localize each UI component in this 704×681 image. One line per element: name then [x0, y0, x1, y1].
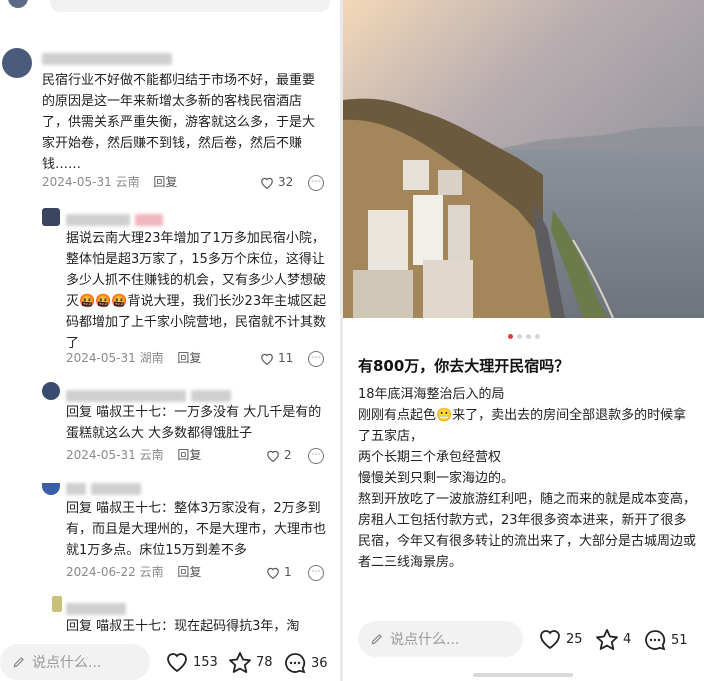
comment-text: 回复 喵叔王十七：现在起码得抗3年，淘 [66, 619, 300, 634]
avatar[interactable] [8, 0, 28, 8]
post-line: 熬到开放吃了一波旅游红利吧，随之而来的就是成本变高，房租人工包括付款方式，23年… [358, 492, 697, 570]
reply-button[interactable]: 回复 [177, 448, 201, 462]
star-count: 78 [256, 655, 273, 670]
carousel-dot[interactable] [534, 334, 540, 339]
pencil-icon [371, 634, 382, 645]
carousel-dot-active[interactable] [507, 334, 513, 339]
post-title: 有800万，你去大理开民宿吗？ [358, 357, 570, 375]
comments-panel: 民宿行业不好做不能都归结于市场不好，最重要的原因是这一年来新增太多新的客栈民宿酒… [0, 0, 340, 681]
post-panel: 有800万，你去大理开民宿吗？ 18年底洱海整治后入的局 刚刚有点起色😬来了，卖… [343, 0, 704, 681]
comment-text: 民宿行业不好做不能都归结于市场不好，最重要的原因是这一年来新增太多新的客栈民宿酒… [42, 73, 316, 172]
username-blurred[interactable] [66, 478, 142, 497]
username-blurred[interactable] [42, 48, 172, 67]
comment-location: 湖南 [139, 351, 164, 365]
comment-location: 云南 [139, 565, 164, 579]
heart-icon [261, 353, 273, 365]
avatar[interactable] [42, 208, 60, 226]
comment-input[interactable]: 说点什么... [358, 621, 523, 657]
star-icon [229, 652, 251, 673]
post-photo[interactable] [343, 0, 704, 318]
pencil-icon [13, 657, 24, 668]
like-post-button[interactable]: 25 [538, 628, 583, 650]
comment-date: 2024-06-22 [66, 565, 136, 579]
collect-button[interactable]: 78 [228, 651, 273, 674]
like-count: 153 [193, 654, 218, 670]
more-icon[interactable]: ⋯ [308, 448, 324, 464]
chat-bubble-icon [285, 653, 306, 674]
comment-date: 2024-05-31 [66, 448, 136, 462]
comment-meta: 2024-06-22 云南 回复 [66, 563, 201, 581]
post-line: 刚刚有点起色😬来了，卖出去的房间全部退款多的时候拿了五家店， [358, 408, 687, 444]
heart-icon [261, 177, 273, 189]
more-icon[interactable]: ⋯ [308, 565, 324, 581]
comment-count: 36 [311, 655, 328, 671]
heart-icon [267, 567, 279, 579]
post-body: 18年底洱海整治后入的局 刚刚有点起色😬来了，卖出去的房间全部退款多的时候拿了五… [358, 384, 696, 573]
like-count: 32 [278, 175, 294, 189]
username-blurred[interactable] [66, 209, 164, 228]
avatar[interactable] [2, 48, 32, 78]
more-icon[interactable]: ⋯ [308, 175, 324, 191]
reply-button[interactable]: 回复 [177, 565, 201, 579]
more-icon[interactable]: ⋯ [308, 351, 324, 367]
comment-date: 2024-05-31 [66, 351, 136, 365]
top-input-edge[interactable] [50, 0, 330, 12]
like-button[interactable]: 32 [260, 173, 293, 191]
post-line: 慢慢关到只剩一家海边的。 [358, 471, 515, 486]
comment-text: 回复 喵叔王十七：整体3万家没有，2万多到有，而且是大理州的，不是大理市，大理市… [66, 501, 327, 558]
star-icon [596, 629, 618, 650]
comment-date: 2024-05-31 [42, 175, 112, 189]
comment-meta: 2024-05-31 湖南 回复 [66, 349, 201, 367]
avatar[interactable] [52, 596, 62, 612]
like-count: 25 [566, 631, 583, 647]
comment-input-placeholder: 说点什么... [32, 655, 102, 671]
like-count: 2 [284, 448, 292, 462]
post-line: 两个长期三个承包经营权 [358, 450, 502, 465]
reply-button[interactable]: 回复 [177, 351, 201, 365]
like-button[interactable]: 1 [266, 563, 292, 581]
reply-button[interactable]: 回复 [153, 175, 177, 189]
comment-text: 据说云南大理23年增加了1万多加民宿小院，整体怕是超3万家了，15多万个床位，这… [66, 231, 327, 351]
username-blurred[interactable] [66, 598, 126, 617]
comment-button[interactable]: 36 [283, 651, 328, 675]
comment-input-placeholder: 说点什么... [390, 632, 460, 648]
comment-location: 云南 [115, 175, 140, 189]
star-count: 4 [623, 632, 632, 647]
like-button[interactable]: 11 [260, 349, 293, 367]
like-button[interactable]: 2 [266, 446, 292, 464]
comment-location: 云南 [139, 448, 164, 462]
carousel-dot[interactable] [525, 334, 531, 339]
comment-input[interactable]: 说点什么... [0, 644, 150, 680]
heart-icon [540, 630, 560, 650]
comment-button[interactable]: 51 [643, 628, 688, 652]
dali-coast-photo [343, 0, 704, 318]
comment-count: 51 [671, 632, 688, 648]
post-line: 18年底洱海整治后入的局 [358, 387, 505, 402]
carousel-indicator[interactable] [343, 334, 704, 339]
like-count: 11 [278, 351, 294, 365]
like-count: 1 [284, 565, 292, 579]
comment-meta: 2024-05-31 云南 回复 [66, 446, 201, 464]
heart-icon [267, 450, 279, 462]
like-post-button[interactable]: 153 [165, 651, 218, 673]
carousel-dot[interactable] [516, 334, 522, 339]
avatar[interactable] [42, 483, 60, 495]
avatar[interactable] [42, 382, 60, 400]
home-indicator [473, 673, 573, 677]
comment-meta: 2024-05-31 云南 回复 [42, 173, 177, 191]
heart-icon [167, 653, 187, 673]
comment-text: 回复 喵叔王十七：一万多没有 大几千是有的 蛋糕就这么大 大多数都得饿肚子 [66, 405, 322, 441]
chat-bubble-icon [645, 630, 666, 651]
collect-button[interactable]: 4 [595, 628, 631, 651]
